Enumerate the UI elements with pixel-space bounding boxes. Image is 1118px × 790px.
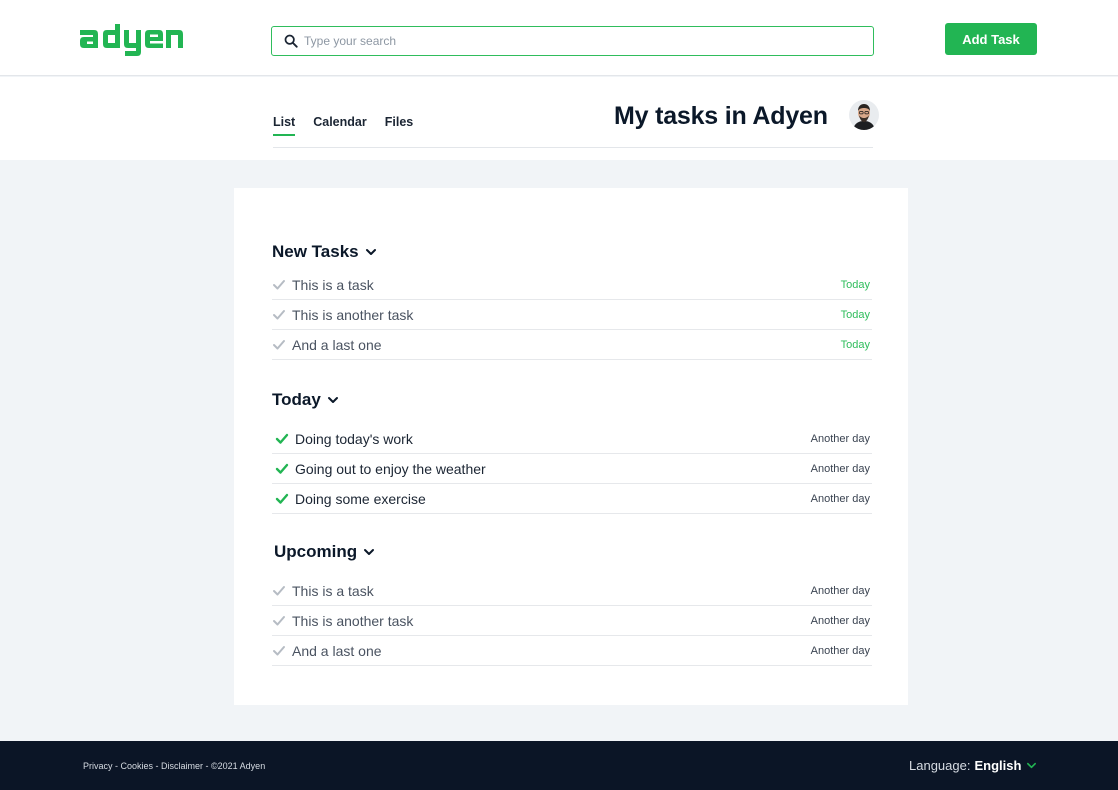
section-today: Today Doing today's work Another day Goi… (272, 388, 872, 514)
chevron-down-icon (365, 249, 376, 255)
section-title: Upcoming (274, 542, 358, 561)
check-icon[interactable] (275, 432, 289, 446)
task-label: This is a task (292, 276, 374, 293)
task-label: This is another task (292, 612, 414, 629)
avatar[interactable] (849, 100, 879, 130)
section-upcoming: Upcoming This is a task Another day This… (272, 540, 872, 666)
top-bar: adyen Add Task (0, 0, 1118, 76)
section-title: Today (272, 390, 321, 409)
task-date: Another day (810, 492, 870, 505)
task-label: Doing some exercise (295, 490, 426, 507)
task-label: And a last one (292, 336, 382, 353)
user-avatar-image (849, 100, 879, 130)
check-icon[interactable] (272, 644, 286, 658)
task-date: Today (840, 308, 870, 321)
task-date: Another day (810, 462, 870, 475)
task-label: This is a task (292, 582, 374, 599)
list-item[interactable]: And a last one Another day (272, 636, 872, 666)
task-date: Today (840, 278, 870, 291)
task-date: Another day (810, 644, 870, 657)
task-date: Another day (810, 432, 870, 445)
list-item[interactable]: This is another task Another day (272, 606, 872, 636)
check-icon[interactable] (272, 584, 286, 598)
check-icon[interactable] (272, 308, 286, 322)
section-title: New Tasks (272, 242, 359, 261)
check-icon[interactable] (275, 462, 289, 476)
task-label: Doing today's work (295, 430, 413, 447)
adyen-logo[interactable]: adyen (79, 22, 183, 58)
search-icon (284, 34, 298, 48)
chevron-down-icon (1027, 762, 1037, 769)
search-box[interactable] (271, 26, 874, 56)
list-item[interactable]: This is a task Another day (272, 576, 872, 606)
adyen-logo-icon (80, 24, 183, 56)
list-item[interactable]: Doing today's work Another day (272, 424, 872, 454)
check-icon[interactable] (272, 338, 286, 352)
tabs-divider (273, 147, 873, 148)
section-new-tasks: New Tasks This is a task Today This is a… (272, 240, 872, 360)
tab-list[interactable]: List (273, 115, 296, 146)
list-item[interactable]: Doing some exercise Another day (272, 484, 872, 514)
task-date: Another day (810, 584, 870, 597)
view-tabs: List Calendar Files (273, 115, 431, 146)
chevron-down-icon (364, 549, 375, 555)
language-selector[interactable]: Language: English (909, 758, 1037, 773)
search-input[interactable] (304, 28, 873, 54)
chevron-down-icon (327, 397, 338, 403)
section-header[interactable]: New Tasks (272, 240, 872, 264)
list-item[interactable]: This is a task Today (272, 270, 872, 300)
task-label: This is another task (292, 306, 414, 323)
list-item[interactable]: Going out to enjoy the weather Another d… (272, 454, 872, 484)
task-label: And a last one (292, 642, 382, 659)
section-header[interactable]: Upcoming (272, 540, 872, 564)
check-icon[interactable] (272, 614, 286, 628)
check-icon[interactable] (275, 492, 289, 506)
page-title: My tasks in Adyen (614, 102, 828, 130)
add-task-button[interactable]: Add Task (945, 23, 1037, 55)
tab-calendar[interactable]: Calendar (313, 115, 367, 146)
task-card: New Tasks This is a task Today This is a… (234, 188, 908, 705)
check-icon[interactable] (272, 278, 286, 292)
language-label: Language: (909, 758, 971, 773)
task-date: Today (840, 338, 870, 351)
footer-links[interactable]: Privacy - Cookies - Disclaimer - ©2021 A… (83, 761, 265, 771)
language-value: English (974, 758, 1022, 773)
sub-header: List Calendar Files My tasks in Adyen (0, 77, 1118, 160)
task-date: Another day (810, 614, 870, 627)
list-item[interactable]: And a last one Today (272, 330, 872, 360)
tab-files[interactable]: Files (385, 115, 414, 146)
footer: Privacy - Cookies - Disclaimer - ©2021 A… (0, 741, 1118, 790)
section-header[interactable]: Today (272, 388, 872, 412)
list-item[interactable]: This is another task Today (272, 300, 872, 330)
task-label: Going out to enjoy the weather (295, 460, 486, 477)
